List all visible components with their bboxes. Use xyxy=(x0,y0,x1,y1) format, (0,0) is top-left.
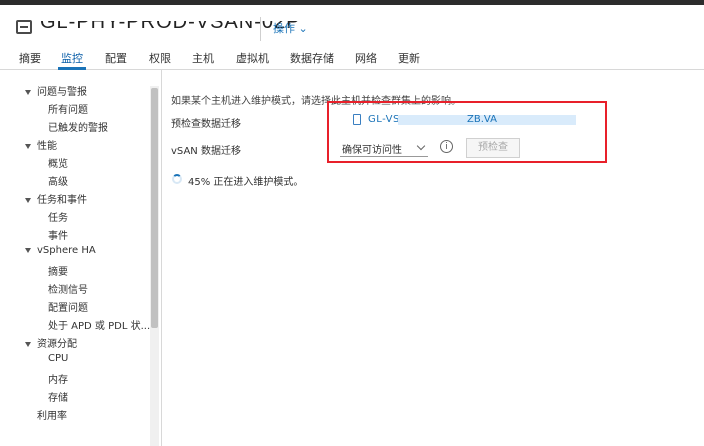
spinner-icon xyxy=(172,174,182,184)
nav-heartbeat[interactable]: 检测信号 xyxy=(48,281,88,296)
nav-tasks[interactable]: 任务 xyxy=(48,209,68,224)
object-header: GL-PHY-PROD-VSAN-02P 操作 ⌄ xyxy=(0,5,704,43)
host-name-suffix[interactable]: ZB.VA xyxy=(467,114,497,125)
nav-issues-alarms[interactable]: 问题与警报 xyxy=(25,83,87,98)
nav-all-issues[interactable]: 所有问题 xyxy=(48,101,88,116)
nav-triggered-alarms[interactable]: 已触发的警报 xyxy=(48,119,108,134)
tab-permissions[interactable]: 权限 xyxy=(149,50,171,66)
header-separator xyxy=(260,17,261,41)
chevron-down-icon[interactable] xyxy=(25,143,31,149)
precheck-data-migration-label: 预检查数据迁移 xyxy=(171,119,241,130)
tab-hosts[interactable]: 主机 xyxy=(192,50,214,66)
cluster-icon xyxy=(16,20,32,34)
nav-label: vSphere HA xyxy=(37,245,96,256)
precheck-button[interactable]: 预检查 xyxy=(466,138,520,158)
nav-overview[interactable]: 概览 xyxy=(48,155,68,170)
tab-vms[interactable]: 虚拟机 xyxy=(236,50,269,66)
chevron-down-icon[interactable] xyxy=(25,341,31,347)
nav-resource-allocation[interactable]: 资源分配 xyxy=(25,335,77,350)
chevron-down-icon[interactable] xyxy=(25,197,31,203)
vsan-migration-select[interactable]: 确保可访问性 xyxy=(340,139,428,157)
maintenance-message: 如果某个主机进入维护模式，请选择此主机并检查群集上的影响。 xyxy=(171,96,461,107)
nav-label: 任务和事件 xyxy=(37,195,87,206)
host-icon xyxy=(353,114,361,125)
maintenance-progress-text: 45% 正在进入维护模式。 xyxy=(188,177,304,188)
tab-monitor[interactable]: 监控 xyxy=(58,50,86,70)
scroll-thumb[interactable] xyxy=(151,88,158,328)
chevron-down-icon[interactable] xyxy=(25,247,31,253)
nav-memory[interactable]: 内存 xyxy=(48,371,68,386)
chevron-down-icon xyxy=(416,141,426,151)
nav-storage[interactable]: 存储 xyxy=(48,389,68,404)
tab-updates[interactable]: 更新 xyxy=(398,50,420,66)
nav-scrollbar[interactable] xyxy=(150,86,159,446)
info-icon[interactable]: i xyxy=(440,140,453,153)
actions-menu[interactable]: 操作 ⌄ xyxy=(273,20,308,36)
nav-ha-summary[interactable]: 摘要 xyxy=(48,263,68,278)
tab-configure[interactable]: 配置 xyxy=(105,50,127,66)
nav-performance[interactable]: 性能 xyxy=(25,137,57,152)
object-title: GL-PHY-PROD-VSAN-02P xyxy=(40,11,301,33)
host-link[interactable]: GL-VS xyxy=(368,114,400,125)
tab-summary[interactable]: 摘要 xyxy=(19,50,41,66)
nav-config-issues[interactable]: 配置问题 xyxy=(48,299,88,314)
tab-bar: 摘要 监控 配置 权限 主机 虚拟机 数据存储 网络 更新 xyxy=(0,43,704,70)
nav-label: 问题与警报 xyxy=(37,87,87,98)
nav-label: 资源分配 xyxy=(37,339,77,350)
nav-label: 性能 xyxy=(37,141,57,152)
vsan-migration-value: 确保可访问性 xyxy=(342,145,402,156)
tab-datastores[interactable]: 数据存储 xyxy=(290,50,334,66)
nav-tasks-events[interactable]: 任务和事件 xyxy=(25,191,87,206)
nav-divider xyxy=(161,70,162,446)
nav-advanced[interactable]: 高级 xyxy=(48,173,68,188)
vsan-data-migration-label: vSAN 数据迁移 xyxy=(171,146,241,157)
tab-networks[interactable]: 网络 xyxy=(355,50,377,66)
chevron-down-icon[interactable] xyxy=(25,89,31,95)
nav-cpu[interactable]: CPU xyxy=(48,353,68,364)
nav-events[interactable]: 事件 xyxy=(48,227,68,242)
nav-apd-pdl[interactable]: 处于 APD 或 PDL 状... xyxy=(48,317,150,332)
nav-vsphere-ha[interactable]: vSphere HA xyxy=(25,245,96,256)
nav-utilization[interactable]: 利用率 xyxy=(37,407,67,422)
